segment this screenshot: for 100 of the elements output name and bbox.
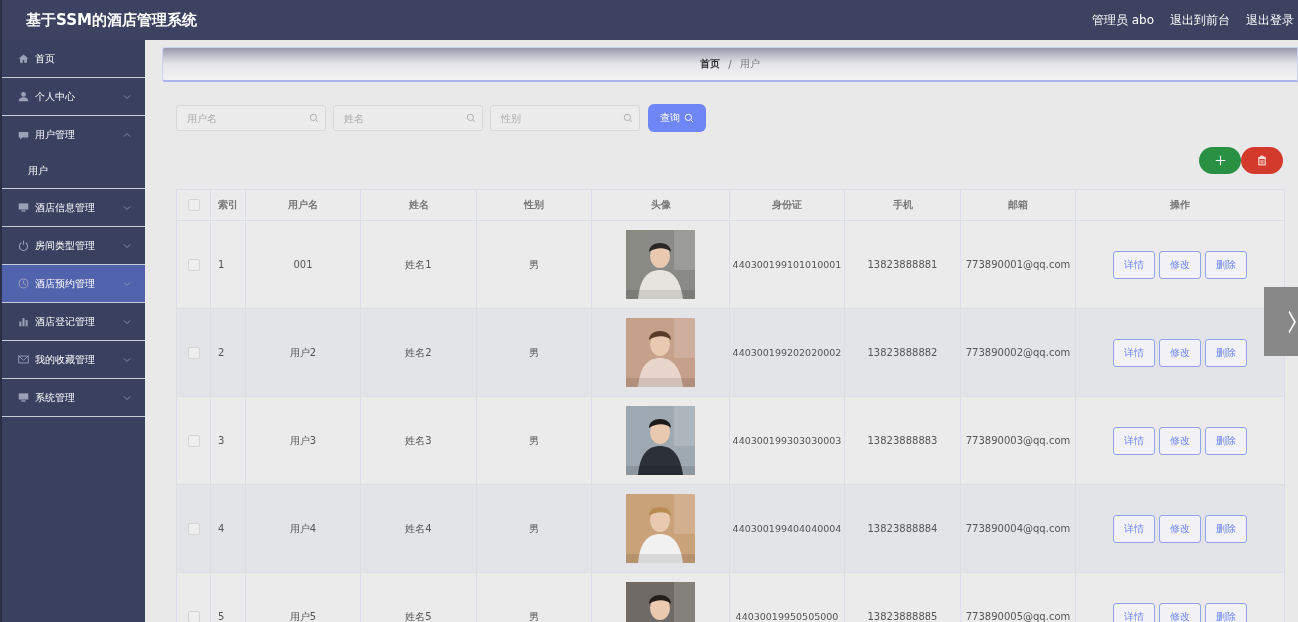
column-header: 姓名 bbox=[408, 199, 429, 210]
sidebar-item[interactable]: 用户管理 bbox=[2, 116, 145, 154]
search-field[interactable]: 用户名 bbox=[176, 105, 326, 131]
plus-icon bbox=[1214, 155, 1226, 166]
menu-label: 个人中心 bbox=[35, 89, 76, 104]
table-cell: 姓名4 bbox=[405, 522, 432, 534]
monitor-icon bbox=[18, 392, 29, 403]
action-button[interactable]: 修改 bbox=[1159, 426, 1201, 455]
table-cell: 440300199404040004 bbox=[732, 522, 842, 534]
column-header: 手机 bbox=[892, 199, 913, 210]
action-button[interactable]: 详情 bbox=[1113, 514, 1155, 543]
table-cell: 男 bbox=[529, 610, 539, 622]
action-button[interactable]: 详情 bbox=[1113, 426, 1155, 455]
sidebar-item[interactable]: 酒店预约管理 bbox=[2, 265, 145, 303]
action-button[interactable]: 删除 bbox=[1205, 426, 1247, 455]
trash-icon bbox=[1257, 155, 1267, 166]
menu-label: 房间类型管理 bbox=[35, 238, 96, 253]
checkbox[interactable] bbox=[187, 346, 200, 359]
submenu-item[interactable]: 用户 bbox=[2, 153, 145, 188]
table-cell: 1 bbox=[218, 259, 225, 270]
table-cell: 13823888885 bbox=[867, 611, 938, 622]
table-cell: 773890001@qq.com bbox=[965, 259, 1071, 270]
action-button[interactable]: 删除 bbox=[1205, 250, 1247, 279]
breadcrumb-separator: / bbox=[728, 58, 732, 70]
action-button[interactable]: 修改 bbox=[1159, 250, 1201, 279]
menu-label: 首页 bbox=[35, 51, 56, 66]
checkbox[interactable] bbox=[187, 199, 200, 211]
table-cell: 用户5 bbox=[289, 610, 317, 622]
column-header: 用户名 bbox=[288, 199, 318, 210]
table-cell: 用户3 bbox=[289, 434, 317, 446]
search-button[interactable]: 查询 bbox=[648, 104, 706, 132]
breadcrumb-link[interactable]: 首页 bbox=[700, 57, 721, 71]
table-cell: 姓名2 bbox=[405, 346, 432, 358]
table-cell: 2 bbox=[218, 347, 225, 358]
search-icon bbox=[684, 113, 694, 123]
menu-label: 酒店预约管理 bbox=[35, 276, 96, 291]
checkbox[interactable] bbox=[187, 522, 200, 535]
column-header: 身份证 bbox=[772, 199, 802, 210]
chevron-up-icon bbox=[123, 131, 131, 139]
checkbox[interactable] bbox=[187, 610, 200, 622]
table-cell: 440300199101010001 bbox=[732, 258, 842, 270]
column-header: 头像 bbox=[650, 199, 671, 210]
chevron-down-icon bbox=[123, 92, 131, 101]
table-cell: 13823888882 bbox=[867, 347, 938, 358]
add-button[interactable] bbox=[1199, 147, 1241, 174]
table-cell: 4 bbox=[218, 523, 225, 534]
action-button[interactable]: 详情 bbox=[1113, 338, 1155, 367]
column-header: 性别 bbox=[524, 199, 544, 210]
chevron-down-icon bbox=[123, 355, 131, 364]
table-cell: 5 bbox=[218, 611, 225, 622]
menu-label: 用户管理 bbox=[35, 128, 76, 142]
action-button[interactable]: 删除 bbox=[1205, 602, 1247, 622]
table-cell: 440300199303030003 bbox=[732, 434, 842, 446]
delete-button[interactable] bbox=[1241, 147, 1283, 174]
clock-icon bbox=[18, 278, 29, 289]
action-button[interactable]: 详情 bbox=[1113, 602, 1155, 622]
table-cell: 男 bbox=[529, 434, 539, 446]
table-cell: 13823888883 bbox=[867, 435, 938, 446]
envelope-icon bbox=[18, 354, 29, 365]
menu-label: 酒店登记管理 bbox=[35, 314, 96, 329]
table-cell: 773890004@qq.com bbox=[965, 523, 1071, 534]
search-icon bbox=[309, 113, 319, 123]
header-link[interactable]: 退出到前台 bbox=[1170, 11, 1230, 29]
table-cell: 773890003@qq.com bbox=[965, 435, 1071, 446]
checkbox[interactable] bbox=[187, 434, 200, 447]
action-button[interactable]: 删除 bbox=[1205, 338, 1247, 367]
header-link[interactable]: 退出登录 bbox=[1246, 11, 1294, 29]
chat-icon bbox=[18, 129, 29, 141]
user-label: 管理员 abo bbox=[1091, 11, 1154, 29]
table-cell: 773890005@qq.com bbox=[965, 611, 1071, 622]
action-button[interactable]: 删除 bbox=[1205, 514, 1247, 543]
table-cell: 773890002@qq.com bbox=[965, 347, 1071, 358]
table-cell: 440300199202020002 bbox=[732, 346, 842, 358]
table-cell: 姓名5 bbox=[405, 610, 432, 622]
search-icon bbox=[466, 113, 476, 123]
table-cell: 姓名1 bbox=[405, 258, 432, 270]
table-cell: 男 bbox=[529, 522, 539, 534]
action-button[interactable]: 修改 bbox=[1159, 338, 1201, 367]
chevron-right-icon bbox=[1286, 309, 1298, 334]
checkbox[interactable] bbox=[187, 258, 200, 271]
chevron-down-icon bbox=[123, 241, 131, 250]
menu-label: 系统管理 bbox=[35, 390, 76, 405]
monitor-icon bbox=[18, 202, 29, 213]
column-header: 索引 bbox=[218, 199, 238, 210]
chevron-down-icon bbox=[123, 393, 131, 402]
column-header: 邮箱 bbox=[1008, 199, 1028, 210]
app-title: 基于SSM的酒店管理系统 bbox=[26, 10, 198, 30]
action-button[interactable]: 修改 bbox=[1159, 602, 1201, 622]
next-button[interactable] bbox=[1264, 287, 1298, 356]
user-icon bbox=[18, 91, 29, 102]
table-cell: 3 bbox=[218, 435, 225, 446]
action-button[interactable]: 详情 bbox=[1113, 250, 1155, 279]
action-button[interactable]: 修改 bbox=[1159, 514, 1201, 543]
breadcrumb-link[interactable]: 用户 bbox=[739, 57, 760, 71]
bar-chart-icon bbox=[18, 316, 29, 327]
table-cell: 001 bbox=[293, 259, 313, 270]
menu-label: 我的收藏管理 bbox=[35, 352, 96, 367]
power-icon bbox=[18, 240, 29, 251]
table-cell: 13823888884 bbox=[867, 523, 938, 534]
search-icon bbox=[623, 113, 633, 123]
